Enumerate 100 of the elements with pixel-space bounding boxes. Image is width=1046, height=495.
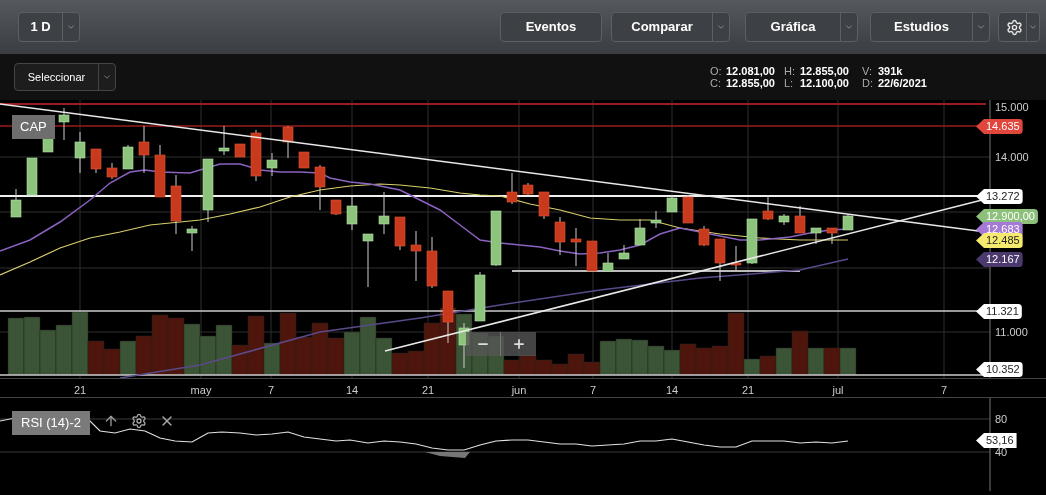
candle — [186, 225, 198, 252]
candle — [74, 131, 86, 174]
candle — [58, 107, 70, 141]
volume-bar — [119, 340, 137, 376]
date-axis-label: 14 — [345, 383, 359, 398]
candle — [266, 152, 278, 177]
candle — [378, 191, 390, 235]
quote-label: C: — [710, 77, 722, 89]
candle — [218, 125, 230, 156]
candle — [794, 205, 806, 234]
price-tag: 13.272 — [976, 189, 1023, 204]
dropdown-button[interactable]: Estudios — [870, 12, 990, 42]
candle — [394, 216, 406, 251]
caret-icon — [716, 22, 726, 32]
candle — [42, 136, 54, 153]
candle — [842, 213, 854, 231]
settings-icon[interactable] — [131, 413, 147, 429]
quote-value: 12.855,00 — [800, 65, 850, 77]
candle — [762, 195, 774, 221]
price-tag: 12.485 — [976, 233, 1023, 248]
toolbar-button[interactable]: Eventos — [500, 12, 602, 42]
date-axis-label: 7 — [589, 383, 597, 398]
date-axis-label: 7 — [940, 383, 948, 398]
indicator-label: RSI (14)-2 — [12, 411, 90, 435]
candle — [298, 151, 310, 169]
quote-value: 12.100,00 — [800, 77, 850, 89]
date-axis-label: 21 — [73, 383, 87, 398]
caret-icon — [844, 22, 854, 32]
candle — [362, 233, 374, 288]
quote-label: V: — [862, 65, 873, 77]
candle — [202, 158, 214, 223]
candle — [410, 230, 422, 282]
date-axis-label: 7 — [267, 383, 275, 398]
date-axis-label: may — [190, 383, 212, 398]
rsi-value-tag: 53,16 — [976, 433, 1017, 448]
candle — [586, 240, 598, 272]
candle — [442, 290, 454, 344]
candle — [26, 157, 38, 196]
date-axis-label: jun — [511, 383, 527, 398]
candle — [122, 144, 134, 170]
volume-bar — [199, 335, 217, 376]
candle — [730, 245, 742, 271]
plus-icon — [511, 337, 526, 351]
volume-bar — [615, 338, 633, 376]
candle — [314, 164, 326, 211]
candle — [602, 252, 614, 272]
candle — [522, 182, 534, 197]
quote-label: D: — [862, 77, 874, 89]
quote-value: 12.081,00 — [726, 65, 776, 77]
price-tag: 12.900,00 — [976, 209, 1038, 224]
candle — [506, 172, 518, 205]
volume-bar — [103, 348, 121, 376]
candle — [746, 218, 758, 265]
quote-value: 22/6/2021 — [878, 77, 928, 89]
candle — [170, 174, 182, 235]
rsi-axis-label: 80 — [995, 413, 1008, 425]
symbol-label: CAP — [12, 115, 55, 139]
quote-label: H: — [784, 65, 796, 77]
candle — [250, 129, 262, 182]
candle — [618, 244, 630, 260]
candle — [474, 271, 486, 322]
caret-icon — [976, 22, 986, 32]
candle — [682, 194, 694, 224]
arrow-up-icon[interactable] — [103, 413, 119, 429]
candle — [138, 125, 150, 174]
dropdown-button[interactable]: 1 D — [18, 12, 80, 42]
volume-bar — [663, 349, 681, 376]
candle — [778, 213, 790, 226]
date-axis-label: 21 — [741, 383, 755, 398]
candle — [634, 218, 646, 246]
quote-value: 12.855,00 — [726, 77, 776, 89]
dropdown-button[interactable]: Gráfica — [745, 12, 858, 42]
caret-icon — [66, 22, 76, 32]
price-axis-label: 15.000 — [995, 101, 1029, 113]
candle — [282, 125, 294, 159]
volume-bar — [695, 347, 713, 376]
date-axis-label: jul — [832, 383, 844, 398]
caret-icon — [102, 72, 112, 82]
volume-bar — [823, 347, 841, 376]
volume-bar — [631, 339, 649, 376]
volume-bar — [679, 343, 697, 376]
candle — [714, 238, 726, 282]
volume-bar — [55, 324, 73, 376]
settings-button[interactable] — [998, 12, 1040, 42]
candle — [426, 236, 438, 289]
quote-value: 391k — [878, 65, 904, 77]
quote-label: L: — [784, 77, 795, 89]
candle — [570, 227, 582, 267]
candle — [538, 191, 550, 220]
volume-bar — [23, 316, 41, 376]
dropdown-button[interactable]: Comparar — [611, 12, 730, 42]
volume-bar — [647, 345, 665, 376]
select-dropdown[interactable]: Seleccionar — [14, 63, 116, 91]
candle — [698, 225, 710, 247]
candle — [10, 188, 22, 218]
price-tag: 10.352 — [976, 362, 1023, 377]
candle — [346, 196, 358, 231]
candle — [90, 148, 102, 174]
candle — [826, 227, 838, 245]
price-tag: 12.167 — [976, 252, 1023, 267]
